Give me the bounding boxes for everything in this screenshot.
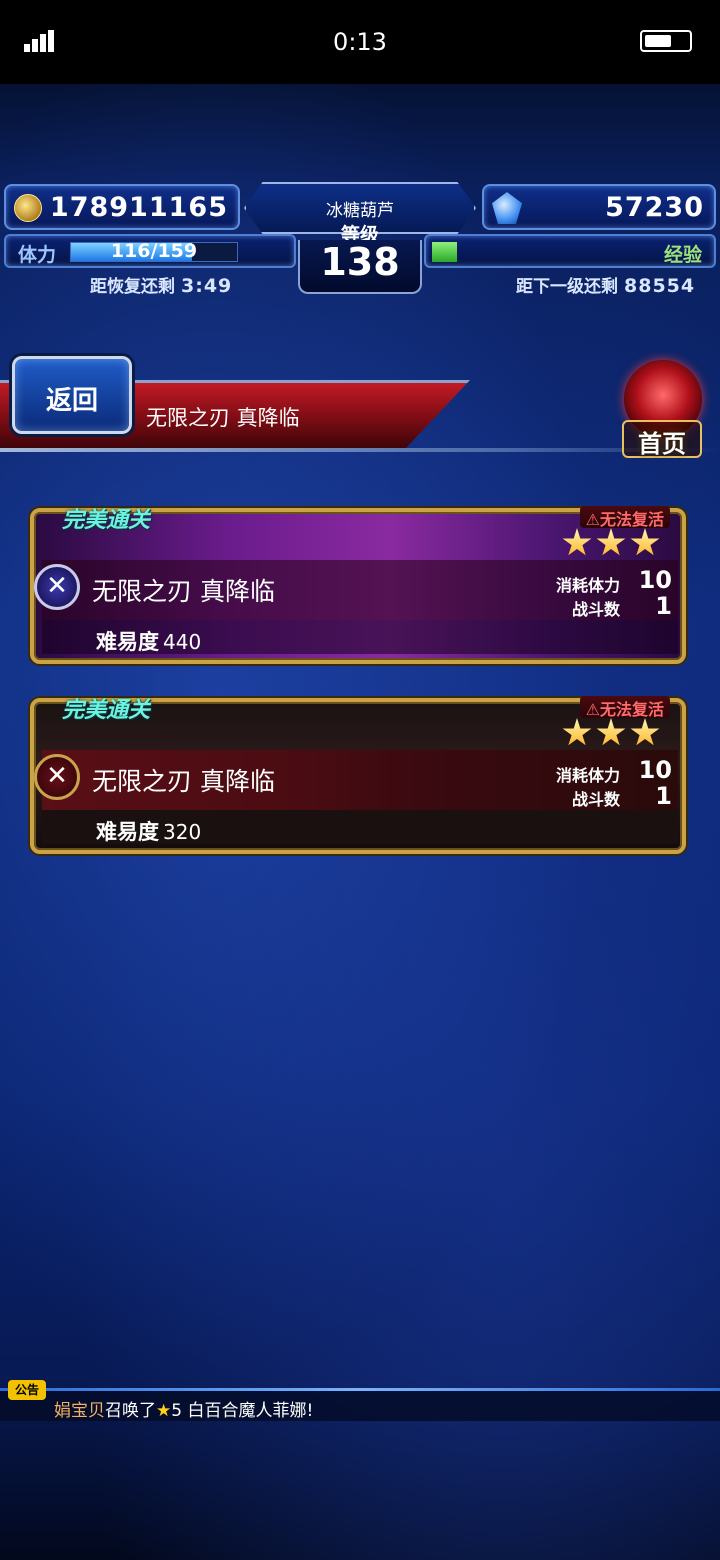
difficulty-value: 440: [163, 630, 202, 654]
stamina-cost-value: 10: [638, 566, 672, 594]
quest-name: 无限之刃 真降临: [92, 767, 275, 796]
announcement-unit: 5 白百合魔人菲娜!: [171, 1401, 314, 1421]
perfect-clear-badge: 完美通关: [62, 698, 151, 723]
gil-counter: 178911165: [4, 184, 240, 230]
stamina-value: 116/159: [110, 240, 198, 262]
announcement-player: 娟宝贝: [54, 1401, 105, 1421]
crossed-swords-icon: ✕: [34, 564, 80, 610]
status-bar: 0:13: [0, 0, 720, 84]
stamina-recover: 距恢复还剩 3:49: [90, 272, 232, 297]
star-icon: [630, 718, 660, 746]
announcement-icon: 公告: [8, 1380, 46, 1400]
difficulty-label: 难易度: [96, 820, 159, 844]
star-icon: ★: [156, 1401, 172, 1421]
back-button-label[interactable]: 返回: [12, 380, 132, 417]
battle-count-label: 战斗数: [571, 790, 620, 809]
level-value: 138: [298, 240, 422, 294]
stamina-cost-label: 消耗体力: [555, 576, 620, 595]
page-title: 无限之刃 真降临: [146, 406, 300, 430]
exp-fill: [432, 242, 457, 262]
perfect-clear-badge: 完美通关: [62, 508, 151, 533]
clock: 0:13: [333, 28, 387, 56]
announcement-text: 娟宝贝召唤了★5 白百合魔人菲娜!: [54, 1396, 313, 1421]
quest-card[interactable]: 完美通关 ⚠无法复活 ✕ 无限之刃 真降临 消耗体力 10 战斗数 1 难易度 3…: [22, 690, 694, 860]
gil-value: 178911165: [49, 192, 228, 223]
battery-icon: [640, 30, 692, 52]
difficulty-label: 难易度: [96, 630, 159, 654]
home-button[interactable]: 首页: [610, 360, 714, 460]
no-revive-tag: ⚠无法复活: [579, 506, 670, 529]
star-icon: [562, 718, 592, 746]
difficulty-value: 320: [163, 820, 202, 844]
recover-label: 距恢复还剩: [90, 277, 175, 297]
recover-time: 3:49: [181, 275, 233, 297]
star-icon: [596, 528, 626, 556]
gil-coin-icon: [14, 194, 42, 222]
battle-count-value: 1: [655, 782, 672, 810]
player-name: 冰糖葫芦: [326, 201, 394, 221]
exp-label: 经验: [663, 244, 702, 266]
quest-name: 无限之刃 真降临: [92, 577, 275, 606]
star-rating: [558, 718, 660, 752]
star-icon: [630, 528, 660, 556]
star-rating: [558, 528, 660, 562]
star-icon: [596, 718, 626, 746]
star-icon: [562, 528, 592, 556]
next-level: 距下一级还剩 88554: [516, 272, 695, 297]
no-revive-tag: ⚠无法复活: [579, 696, 670, 719]
home-button-label[interactable]: 首页: [610, 424, 714, 459]
exp-bar: 经验: [424, 234, 716, 268]
stamina-bar: 体力 116/159: [4, 234, 296, 268]
next-level-exp: 88554: [624, 275, 696, 297]
quest-card[interactable]: 完美通关 ⚠无法复活 ✕ 无限之刃 真降临 消耗体力 10 战斗数 1 难易度 4…: [22, 500, 694, 670]
stamina-cost-label: 消耗体力: [555, 766, 620, 785]
gem-counter[interactable]: 57230: [482, 184, 716, 230]
announcement-action: 召唤了: [105, 1401, 156, 1421]
battle-count-label: 战斗数: [571, 600, 620, 619]
gem-icon: [492, 192, 522, 224]
difficulty: 难易度 320: [96, 816, 201, 846]
difficulty: 难易度 440: [96, 626, 201, 656]
next-level-label: 距下一级还剩: [516, 277, 618, 297]
gem-value: 57230: [605, 192, 704, 223]
stamina-cost-value: 10: [638, 756, 672, 784]
battle-count-value: 1: [655, 592, 672, 620]
crossed-swords-icon: ✕: [34, 754, 80, 800]
stamina-label: 体力: [18, 244, 57, 266]
